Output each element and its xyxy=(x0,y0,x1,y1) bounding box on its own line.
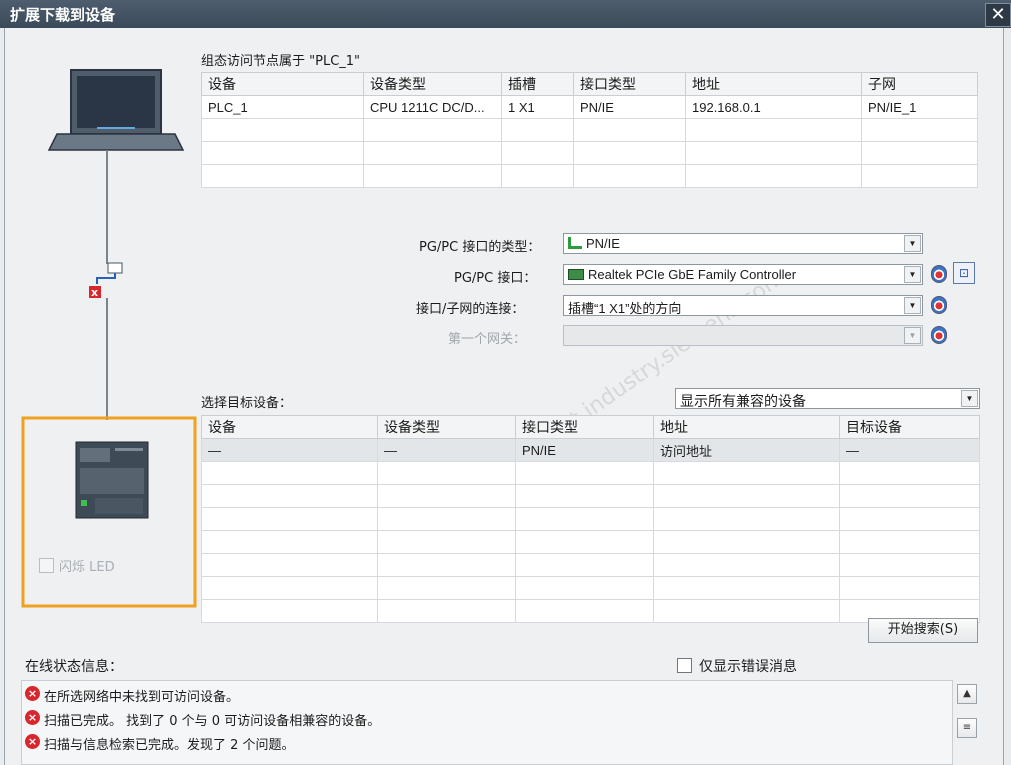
pgpc-interface-label: PG/PC 接口： xyxy=(454,271,537,286)
window-title: 扩展下载到设备 xyxy=(10,6,116,24)
table-row-empty xyxy=(201,118,978,142)
col-interface-type[interactable]: 接口类型 xyxy=(515,415,654,439)
col-subnet[interactable]: 子网 xyxy=(861,72,978,96)
pg-laptop-icon xyxy=(47,69,185,151)
online-status-heading: 在线状态信息： xyxy=(25,659,123,675)
col-address[interactable]: 地址 xyxy=(685,72,862,96)
table-row-empty xyxy=(201,141,978,165)
table-row-empty xyxy=(201,553,980,577)
col-device[interactable]: 设备 xyxy=(201,72,364,96)
shield-icon[interactable] xyxy=(931,296,947,314)
pgpc-interface-value: Realtek PCIe GbE Family Controller xyxy=(588,267,797,282)
table-row-empty xyxy=(201,164,978,188)
device-filter-select[interactable]: 显示所有兼容的设备 ▼ xyxy=(675,388,980,409)
table-row-empty xyxy=(201,599,980,623)
svg-text:x: x xyxy=(91,286,98,299)
status-message: 在所选网络中未找到可访问设备。 xyxy=(44,690,240,705)
cell-subnet: PN/IE_1 xyxy=(861,95,978,119)
table-header: 设备 设备类型 插槽 接口类型 地址 子网 xyxy=(201,72,978,96)
first-gateway-select[interactable]: ▼ xyxy=(563,325,923,346)
close-button[interactable]: ✕ xyxy=(985,3,1011,27)
scroll-thumb[interactable]: ≡ xyxy=(957,718,977,738)
table-row[interactable]: — — PN/IE 访问地址 — xyxy=(201,438,980,462)
chevron-down-icon[interactable]: ▼ xyxy=(961,390,978,407)
topology-graphic: x xyxy=(21,69,197,608)
cell-slot: 1 X1 xyxy=(501,95,574,119)
error-icon: × xyxy=(25,710,40,725)
dialog-body: x 西 门 子 工 业 · support.industry.siemens.c… xyxy=(4,28,1004,765)
start-search-button[interactable]: 开始搜索(S) xyxy=(868,618,978,643)
target-device-table: 设备 设备类型 接口类型 地址 目标设备 — — PN/IE 访问地址 — xyxy=(201,415,980,623)
subnet-connection-value: 插槽“1 X1”处的方向 xyxy=(568,301,682,316)
col-device-type[interactable]: 设备类型 xyxy=(363,72,502,96)
table-row-empty xyxy=(201,576,980,600)
status-message: 扫描与信息检索已完成。发现了 2 个问题。 xyxy=(44,738,295,753)
plc-device-icon xyxy=(75,441,149,519)
config-node-table: 设备 设备类型 插槽 接口类型 地址 子网 PLC_1 CPU 1211C DC… xyxy=(201,72,978,188)
list-item: × 扫描与信息检索已完成。发现了 2 个问题。 xyxy=(22,733,952,753)
col-address[interactable]: 地址 xyxy=(653,415,840,439)
shield-icon[interactable] xyxy=(931,265,947,283)
error-icon: × xyxy=(25,734,40,749)
cell-device: — xyxy=(201,438,378,462)
network-icon xyxy=(568,237,582,249)
col-device[interactable]: 设备 xyxy=(201,415,378,439)
table-row-empty xyxy=(201,484,980,508)
pgpc-type-select[interactable]: PN/IE ▼ xyxy=(563,233,923,254)
config-node-heading: 组态访问节点属于 "PLC_1" xyxy=(201,54,361,69)
errors-only-checkbox[interactable] xyxy=(677,658,692,673)
error-icon: × xyxy=(25,686,40,701)
chevron-down-icon[interactable]: ▼ xyxy=(904,235,921,252)
col-target-device[interactable]: 目标设备 xyxy=(839,415,980,439)
cell-device-type: CPU 1211C DC/D... xyxy=(363,95,502,119)
flash-led-label: 闪烁 LED xyxy=(59,560,115,575)
cell-device: PLC_1 xyxy=(201,95,364,119)
cell-interface-type: PN/IE xyxy=(573,95,686,119)
chevron-down-icon[interactable]: ▼ xyxy=(904,297,921,314)
network-adapter-icon: x xyxy=(89,262,123,299)
col-interface-type[interactable]: 接口类型 xyxy=(573,72,686,96)
cell-interface-type: PN/IE xyxy=(515,438,654,462)
pgpc-type-label: PG/PC 接口的类型： xyxy=(419,240,541,255)
table-header: 设备 设备类型 接口类型 地址 目标设备 xyxy=(201,415,980,439)
errors-only-label: 仅显示错误消息 xyxy=(699,659,797,675)
subnet-connection-label: 接口/子网的连接： xyxy=(416,302,525,317)
chevron-down-icon[interactable]: ▼ xyxy=(904,266,921,283)
cell-address: 访问地址 xyxy=(653,438,840,462)
properties-icon[interactable]: ⊡ xyxy=(953,262,975,284)
pgpc-type-value: PN/IE xyxy=(586,236,620,251)
table-row[interactable]: PLC_1 CPU 1211C DC/D... 1 X1 PN/IE 192.1… xyxy=(201,95,978,119)
device-filter-value: 显示所有兼容的设备 xyxy=(680,393,806,409)
chevron-down-icon[interactable]: ▼ xyxy=(904,327,921,344)
table-row-empty xyxy=(201,461,980,485)
col-slot[interactable]: 插槽 xyxy=(501,72,574,96)
cell-device-type: — xyxy=(377,438,516,462)
list-item: × 扫描已完成。 找到了 0 个与 0 可访问设备相兼容的设备。 xyxy=(22,709,952,729)
status-message: 扫描已完成。 找到了 0 个与 0 可访问设备相兼容的设备。 xyxy=(44,714,381,729)
first-gateway-label: 第一个网关： xyxy=(448,332,527,347)
cell-address: 192.168.0.1 xyxy=(685,95,862,119)
col-device-type[interactable]: 设备类型 xyxy=(377,415,516,439)
subnet-connection-select[interactable]: 插槽“1 X1”处的方向 ▼ xyxy=(563,295,923,316)
network-card-icon xyxy=(568,269,584,280)
table-row-empty xyxy=(201,530,980,554)
target-device-heading: 选择目标设备： xyxy=(201,396,293,411)
cell-target-device: — xyxy=(839,438,980,462)
scroll-up-button[interactable]: ▲ xyxy=(957,684,977,704)
status-message-list: × 在所选网络中未找到可访问设备。 × 扫描已完成。 找到了 0 个与 0 可访… xyxy=(21,680,953,765)
shield-icon[interactable] xyxy=(931,326,947,344)
table-row-empty xyxy=(201,507,980,531)
flash-led-checkbox[interactable] xyxy=(39,558,54,573)
title-bar: 扩展下载到设备 ✕ xyxy=(0,0,1011,28)
pgpc-interface-select[interactable]: Realtek PCIe GbE Family Controller ▼ xyxy=(563,264,923,285)
list-item: × 在所选网络中未找到可访问设备。 xyxy=(22,685,952,705)
